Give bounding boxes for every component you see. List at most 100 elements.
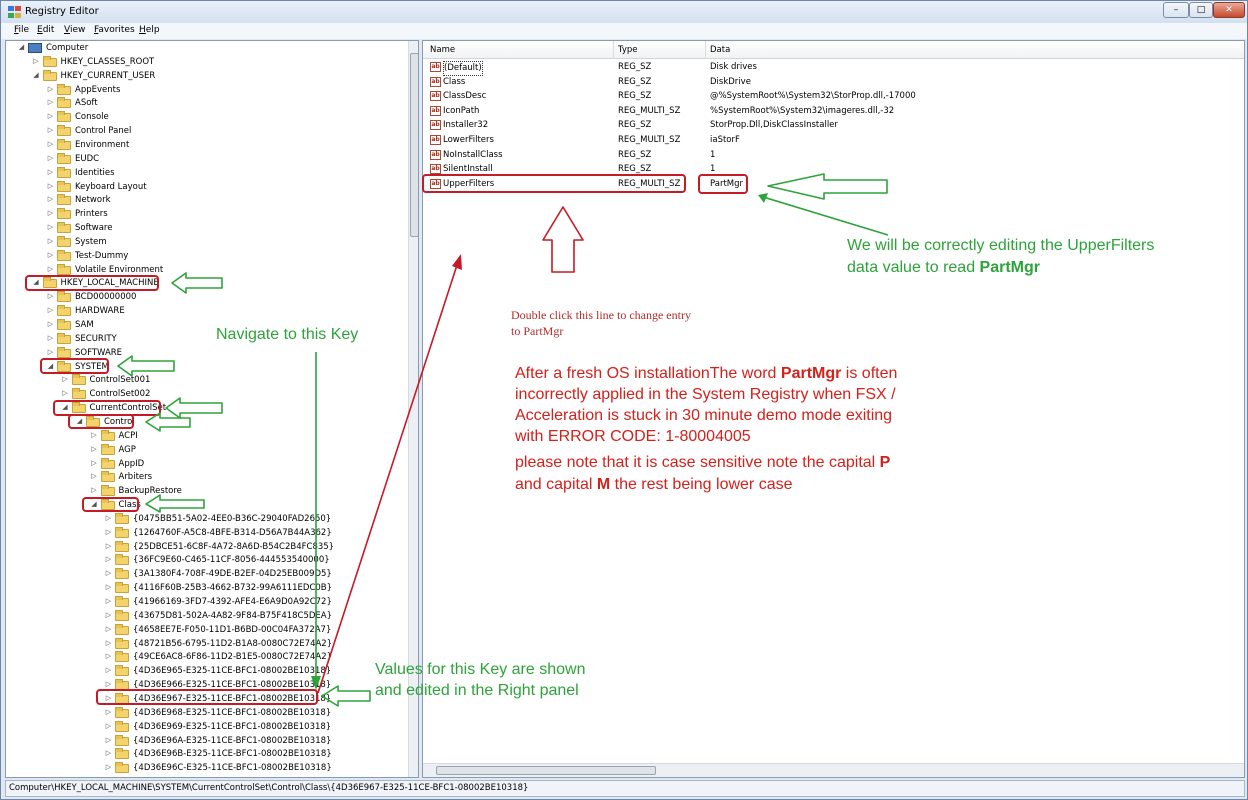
expand-arrow-icon[interactable]: ▷ — [61, 389, 70, 398]
expand-arrow-icon[interactable]: ▷ — [104, 652, 113, 661]
expand-arrow-icon[interactable]: ▷ — [46, 237, 55, 246]
expand-arrow-icon[interactable]: ▷ — [46, 98, 55, 107]
expand-arrow-icon[interactable]: ▷ — [104, 722, 113, 731]
string-value-icon: ab — [430, 135, 441, 145]
string-value-icon: ab — [430, 62, 441, 72]
value-row[interactable]: ab Installer32 REG_SZ StorProp.Dll,DiskClas… — [423, 118, 1244, 133]
list-scroll-thumb[interactable] — [436, 766, 656, 775]
expand-arrow-icon[interactable]: ▷ — [90, 459, 99, 468]
column-separator[interactable] — [705, 41, 706, 59]
expand-arrow-icon[interactable]: ▷ — [46, 126, 55, 135]
expand-arrow-icon[interactable]: ▷ — [46, 251, 55, 260]
expand-arrow-icon[interactable]: ▷ — [46, 306, 55, 315]
tree-node-label: AppEvents — [75, 84, 121, 95]
tree-node-label: Test-Dummy — [75, 250, 129, 261]
expand-arrow-icon[interactable]: ▷ — [46, 112, 55, 121]
value-row[interactable]: ab LowerFilters REG_MULTI_SZ iaStorF — [423, 133, 1244, 148]
expand-arrow-icon[interactable]: ▷ — [104, 528, 113, 537]
list-horizontal-scrollbar[interactable] — [423, 763, 1244, 777]
expand-arrow-icon[interactable]: ▷ — [46, 348, 55, 357]
minimize-button[interactable]: – — [1163, 2, 1189, 18]
expand-arrow-icon[interactable]: ▷ — [104, 749, 113, 758]
expand-arrow-icon[interactable]: ▷ — [104, 736, 113, 745]
column-header-type[interactable]: Type — [618, 45, 638, 55]
value-data: @%SystemRoot%\System32\StorProp.dll,-170… — [710, 91, 916, 102]
expand-arrow-icon[interactable]: ▷ — [104, 625, 113, 634]
tree-node-label: Keyboard Layout — [75, 181, 147, 192]
column-header-name[interactable]: Name — [430, 45, 455, 55]
title-bar[interactable]: Registry Editor – □ ✕ — [1, 1, 1247, 23]
expand-arrow-icon[interactable]: ▷ — [104, 514, 113, 523]
expand-arrow-icon[interactable]: ▷ — [104, 666, 113, 675]
tree-node-label: Computer — [46, 43, 89, 53]
expand-arrow-icon[interactable]: ▷ — [61, 375, 70, 384]
close-button[interactable]: ✕ — [1213, 2, 1245, 18]
value-data: Disk drives — [710, 62, 757, 72]
registry-editor-icon — [8, 6, 21, 18]
expand-arrow-icon[interactable]: ▷ — [90, 445, 99, 454]
tree-node-label: Printers — [75, 209, 108, 220]
expand-arrow-icon[interactable]: ▷ — [46, 182, 55, 191]
column-header-data[interactable]: Data — [710, 45, 730, 55]
expand-arrow-icon[interactable]: ▷ — [104, 569, 113, 578]
expand-arrow-icon[interactable]: ▷ — [104, 555, 113, 564]
string-value-icon: ab — [430, 91, 441, 102]
folder-icon — [71, 374, 86, 386]
value-type: REG_MULTI_SZ — [618, 135, 681, 145]
tree-node-label: Arbiters — [118, 472, 153, 483]
status-path: Computer\HKEY_LOCAL_MACHINE\SYSTEM\Curre… — [9, 783, 529, 793]
tree-node-label: AppID — [118, 458, 145, 469]
expand-arrow-icon[interactable]: ▷ — [46, 334, 55, 343]
folder-icon — [115, 637, 129, 649]
expand-arrow-icon[interactable]: ▷ — [104, 708, 113, 717]
tree-scroll-thumb[interactable] — [410, 53, 418, 237]
value-row[interactable]: ab ClassDesc REG_SZ @%SystemRoot%\System32\… — [423, 89, 1244, 104]
expand-arrow-icon[interactable]: ▷ — [46, 320, 55, 329]
folder-icon — [57, 332, 71, 344]
highlight-upperfilters-data — [698, 174, 748, 194]
collapse-arrow-icon[interactable]: ◢ — [17, 43, 26, 52]
expand-arrow-icon[interactable]: ▷ — [104, 680, 113, 689]
collapse-arrow-icon[interactable]: ◢ — [32, 71, 41, 80]
expand-arrow-icon[interactable]: ▷ — [46, 140, 55, 149]
folder-icon — [57, 180, 71, 192]
expand-arrow-icon[interactable]: ▷ — [104, 611, 113, 620]
expand-arrow-icon[interactable]: ▷ — [46, 292, 55, 301]
expand-arrow-icon[interactable]: ▷ — [90, 486, 99, 495]
menu-file[interactable]: File — [14, 25, 29, 35]
value-row[interactable]: ab IconPath REG_MULTI_SZ %SystemRoot%\Syste… — [423, 104, 1244, 119]
menu-edit[interactable]: Edit — [37, 25, 54, 35]
expand-arrow-icon[interactable]: ▷ — [46, 195, 55, 204]
expand-arrow-icon[interactable]: ▷ — [46, 265, 55, 274]
expand-arrow-icon[interactable]: ▷ — [104, 639, 113, 648]
highlight-control — [68, 414, 134, 429]
value-row[interactable]: ab (Default) REG_SZ Disk drives — [423, 60, 1244, 76]
tree-node-label: {41966169-3FD7-4392-AFE4-E6A9D0A92C72} — [133, 597, 332, 607]
menu-favorites[interactable]: Favorites — [94, 25, 135, 35]
folder-icon — [115, 748, 129, 760]
value-type: REG_SZ — [618, 76, 652, 87]
expand-arrow-icon[interactable]: ▷ — [32, 57, 41, 66]
value-row[interactable]: ab Class REG_SZ DiskDrive — [423, 75, 1244, 90]
menu-view[interactable]: View — [64, 25, 85, 35]
expand-arrow-icon[interactable]: ▷ — [90, 472, 99, 481]
expand-arrow-icon[interactable]: ▷ — [46, 168, 55, 177]
expand-arrow-icon[interactable]: ▷ — [104, 583, 113, 592]
expand-arrow-icon[interactable]: ▷ — [104, 763, 113, 772]
expand-arrow-icon[interactable]: ▷ — [104, 542, 113, 551]
maximize-button[interactable]: □ — [1189, 2, 1213, 18]
folder-icon — [115, 762, 129, 774]
expand-arrow-icon[interactable]: ▷ — [46, 154, 55, 163]
column-separator[interactable] — [613, 41, 614, 59]
folder-icon — [57, 139, 71, 150]
tree-node-label: {4D36E96A-E325-11CE-BFC1-08002BE10318} — [133, 735, 332, 746]
value-row[interactable]: ab NoInstallClass REG_SZ 1 — [423, 148, 1244, 163]
expand-arrow-icon[interactable]: ▷ — [46, 209, 55, 218]
folder-icon — [115, 568, 129, 580]
expand-arrow-icon[interactable]: ▷ — [104, 597, 113, 606]
menu-help[interactable]: Help — [139, 25, 160, 35]
expand-arrow-icon[interactable]: ▷ — [90, 431, 99, 440]
expand-arrow-icon[interactable]: ▷ — [46, 223, 55, 232]
expand-arrow-icon[interactable]: ▷ — [46, 85, 55, 94]
highlight-upperfilters-row — [422, 174, 686, 193]
